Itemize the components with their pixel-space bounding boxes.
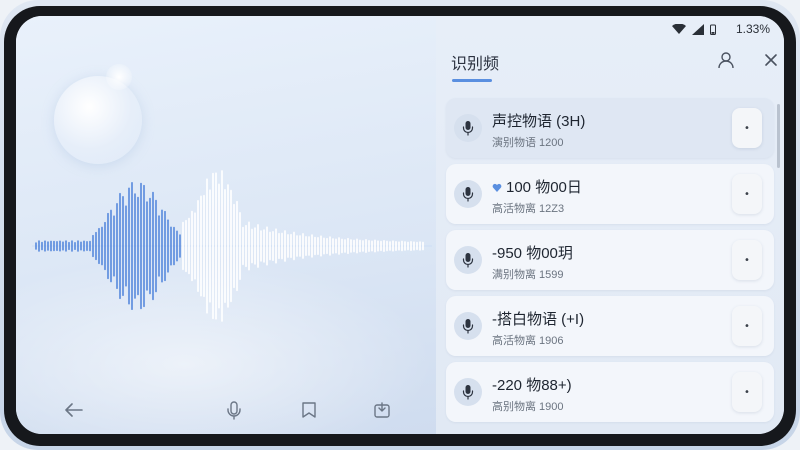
battery-percentage: 1.33% bbox=[735, 22, 770, 36]
title-underline bbox=[452, 79, 492, 82]
panel-title[interactable]: 识别频 bbox=[451, 50, 499, 74]
item-title: -220 物88+) bbox=[492, 377, 572, 394]
profile-icon[interactable] bbox=[714, 48, 738, 72]
microphone-icon bbox=[454, 180, 482, 208]
decorative-glow bbox=[106, 64, 132, 90]
more-dot-icon[interactable]: • bbox=[732, 240, 762, 280]
recognition-panel: 识别频 声控物语 (3H) 演别物语 1200 • 100 物00日 高活物离 … bbox=[436, 16, 784, 434]
recording-list: 声控物语 (3H) 演别物语 1200 • 100 物00日 高活物离 12Z3… bbox=[436, 86, 784, 434]
item-subtitle: 高活物离 12Z3 bbox=[492, 203, 565, 215]
more-dot-icon[interactable]: • bbox=[732, 306, 762, 346]
list-item[interactable]: -220 物88+) 高别物离 1900 • bbox=[446, 362, 774, 422]
list-item[interactable]: 100 物00日 高活物离 12Z3 • bbox=[446, 164, 774, 224]
item-subtitle: 高别物离 1900 bbox=[492, 401, 564, 413]
bottom-toolbar bbox=[16, 394, 436, 434]
item-title: 声控物语 (3H) bbox=[492, 113, 586, 130]
microphone-icon bbox=[454, 246, 482, 274]
bookmark-icon[interactable] bbox=[299, 400, 319, 420]
waveform-area bbox=[16, 16, 436, 434]
status-bar: 1.33% bbox=[584, 16, 784, 44]
list-item[interactable]: -950 物00玥 满别物离 1599 • bbox=[446, 230, 774, 290]
share-icon[interactable] bbox=[372, 400, 392, 420]
more-dot-icon[interactable]: • bbox=[732, 108, 762, 148]
microphone-icon bbox=[454, 114, 482, 142]
scrollbar[interactable] bbox=[777, 104, 780, 168]
item-title: -950 物00玥 bbox=[492, 245, 573, 262]
list-item[interactable]: -搭白物语 (+I) 高活物离 1906 • bbox=[446, 296, 774, 356]
item-subtitle: 高活物离 1906 bbox=[492, 335, 564, 347]
item-subtitle: 演别物语 1200 bbox=[492, 137, 564, 149]
heart-icon bbox=[492, 183, 502, 193]
list-item[interactable]: 声控物语 (3H) 演别物语 1200 • bbox=[446, 98, 774, 158]
decorative-orb bbox=[54, 76, 142, 164]
panel-header: 识别频 bbox=[436, 38, 784, 86]
item-title: -搭白物语 (+I) bbox=[492, 311, 585, 328]
back-arrow-icon[interactable] bbox=[64, 400, 84, 420]
more-dot-icon[interactable]: • bbox=[732, 174, 762, 214]
device-frame: 识别频 声控物语 (3H) 演别物语 1200 • 100 物00日 高活物离 … bbox=[0, 0, 800, 450]
item-title: 100 物00日 bbox=[492, 176, 582, 197]
screen: 识别频 声控物语 (3H) 演别物语 1200 • 100 物00日 高活物离 … bbox=[16, 16, 784, 434]
close-icon[interactable] bbox=[759, 48, 783, 72]
microphone-icon bbox=[454, 312, 482, 340]
signal-icon bbox=[692, 24, 704, 35]
wifi-icon bbox=[672, 24, 686, 34]
microphone-icon bbox=[454, 378, 482, 406]
microphone-icon[interactable] bbox=[224, 400, 244, 420]
battery-icon bbox=[710, 24, 716, 35]
audio-waveform bbox=[32, 170, 432, 322]
more-dot-icon[interactable]: • bbox=[732, 372, 762, 412]
item-subtitle: 满别物离 1599 bbox=[492, 269, 564, 281]
